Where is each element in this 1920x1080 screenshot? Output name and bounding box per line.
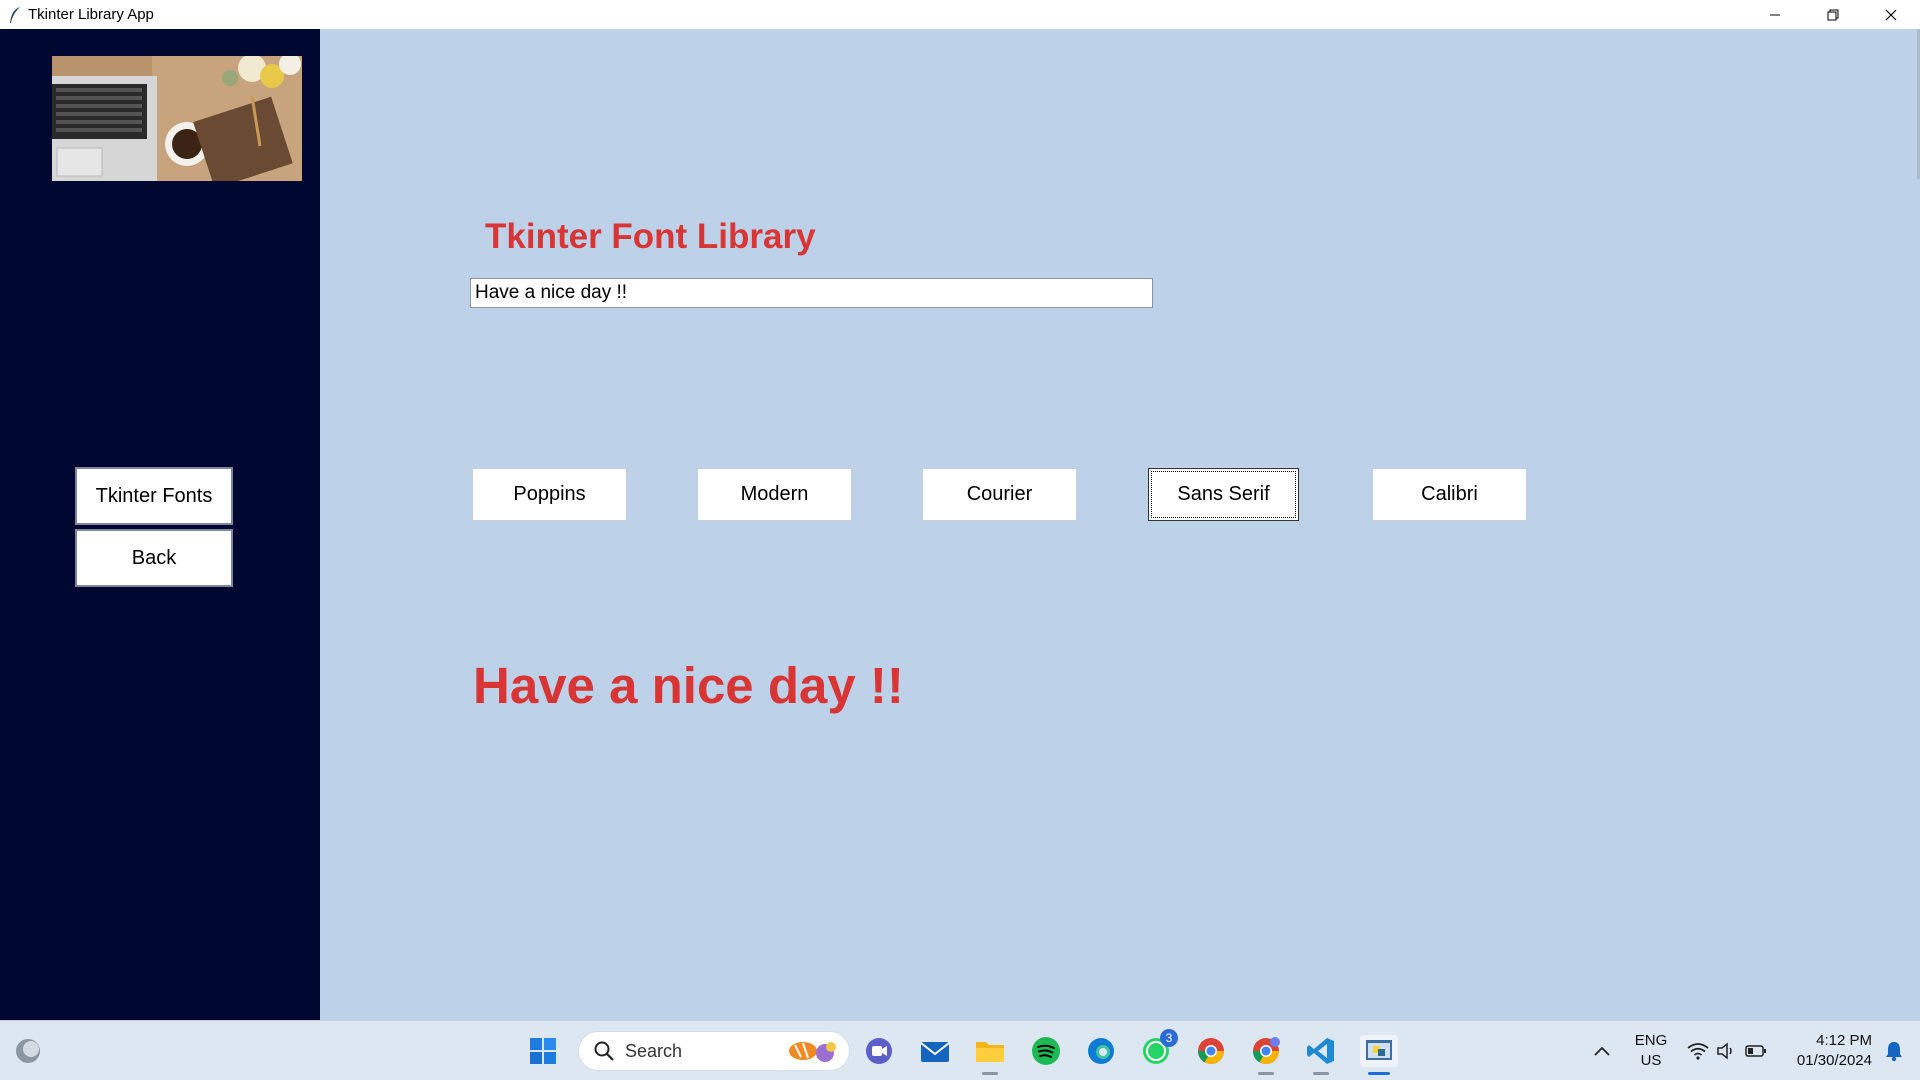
running-indicator — [982, 1072, 998, 1075]
teams-chat-app[interactable] — [863, 1035, 895, 1067]
chrome-profile-browser[interactable] — [1250, 1035, 1282, 1075]
feather-icon — [6, 6, 24, 24]
edge-icon — [1088, 1038, 1114, 1064]
vscode-icon — [1307, 1038, 1334, 1064]
sans-serif-button[interactable]: Sans Serif — [1148, 468, 1299, 521]
volume-control[interactable] — [1710, 1035, 1742, 1067]
search-highlight-icon — [789, 1042, 836, 1062]
minimize-button[interactable] — [1746, 0, 1804, 29]
desk-photo — [52, 56, 302, 181]
window-title: Tkinter Library App — [28, 6, 154, 23]
python-tkinter-app[interactable] — [1360, 1035, 1398, 1075]
file-explorer-app[interactable] — [974, 1035, 1006, 1075]
mail-app[interactable] — [919, 1035, 951, 1067]
chrome-profile-icon — [1252, 1037, 1280, 1065]
mail-icon — [920, 1042, 950, 1062]
chrome-browser[interactable] — [1195, 1035, 1227, 1067]
start-button[interactable] — [527, 1035, 559, 1067]
clock-date: 01/30/2024 — [1796, 1052, 1872, 1069]
back-button[interactable]: Back — [75, 529, 233, 587]
minimize-icon — [1770, 14, 1780, 15]
poppins-button[interactable]: Poppins — [472, 468, 627, 521]
show-hidden-icons-button[interactable] — [1586, 1035, 1618, 1067]
running-indicator — [1313, 1072, 1329, 1075]
notification-badge: 3 — [1160, 1029, 1178, 1047]
chevron-up-icon — [1594, 1046, 1610, 1056]
restore-button[interactable] — [1804, 0, 1862, 29]
close-button[interactable] — [1862, 0, 1920, 29]
taskbar-search[interactable]: Search — [578, 1031, 850, 1071]
text-entry[interactable] — [470, 278, 1153, 308]
sidebar: Tkinter Fonts Back — [0, 29, 320, 1020]
bell-icon — [1886, 1042, 1902, 1062]
notifications-button[interactable] — [1878, 1035, 1910, 1067]
wifi-icon — [1687, 1043, 1709, 1060]
language-code: ENG — [1634, 1032, 1668, 1049]
page-title: Tkinter Font Library — [485, 217, 816, 256]
courier-button[interactable]: Courier — [922, 468, 1077, 521]
calibri-button[interactable]: Calibri — [1372, 468, 1527, 521]
active-window-indicator — [1368, 1072, 1390, 1075]
battery-status[interactable] — [1740, 1035, 1772, 1067]
main-panel: Tkinter Font Library Poppins Modern Cour… — [320, 29, 1920, 1020]
speaker-icon — [1717, 1042, 1732, 1060]
chrome-icon — [1197, 1038, 1225, 1065]
tkinter-fonts-button[interactable]: Tkinter Fonts — [75, 467, 233, 525]
modern-button[interactable]: Modern — [697, 468, 852, 521]
spotify-icon — [1032, 1037, 1060, 1065]
battery-icon — [1745, 1045, 1766, 1057]
taskbar: Search 3 ENG US 4:12 PM 01/30/2024 — [0, 1020, 1920, 1080]
system-clock[interactable]: 4:12 PM 01/30/2024 — [1776, 1031, 1872, 1071]
weather-widget[interactable] — [12, 1035, 44, 1067]
weather-icon — [16, 1039, 40, 1063]
folder-icon — [976, 1042, 1004, 1062]
running-indicator — [1258, 1072, 1274, 1075]
search-label: Search — [625, 1040, 683, 1061]
whatsapp-app[interactable]: 3 — [1140, 1029, 1178, 1067]
python-app-icon — [1366, 1040, 1392, 1060]
vscode-app[interactable] — [1305, 1035, 1337, 1075]
spotify-app[interactable] — [1030, 1035, 1062, 1067]
language-indicator[interactable]: ENG US — [1628, 1031, 1674, 1071]
close-icon — [1885, 9, 1897, 20]
preview-text: Have a nice day !! — [473, 657, 904, 714]
focus-ring — [1151, 471, 1296, 518]
edge-browser[interactable] — [1085, 1035, 1117, 1067]
region-code: US — [1640, 1052, 1662, 1069]
chat-icon — [866, 1038, 892, 1064]
window-titlebar[interactable]: Tkinter Library App — [0, 0, 1920, 29]
search-icon — [594, 1041, 614, 1061]
clock-time: 4:12 PM — [1816, 1032, 1872, 1049]
restore-icon — [1827, 9, 1839, 20]
windows-icon — [530, 1038, 556, 1064]
